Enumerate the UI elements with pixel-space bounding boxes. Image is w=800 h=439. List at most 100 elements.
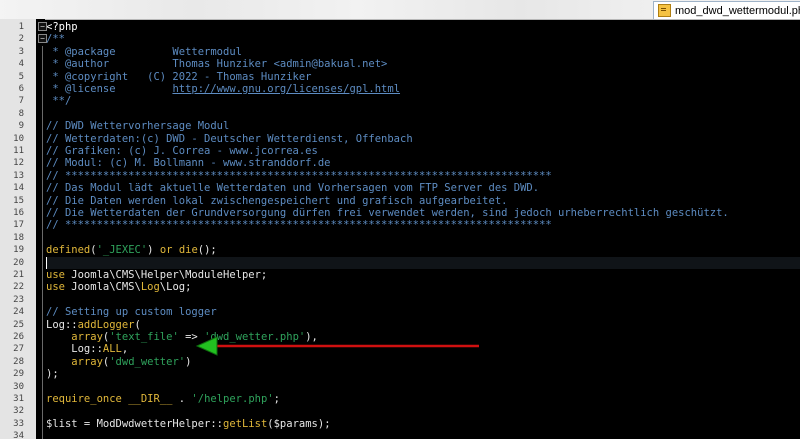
line-number: 17 [13, 220, 24, 231]
code-token: Log [140, 281, 160, 294]
code-token: ) [147, 244, 160, 257]
code-token: Log:: [46, 343, 103, 356]
code-token: defined [46, 244, 91, 257]
code-token: ); [46, 368, 59, 381]
code-line: // Setting up custom logger [46, 306, 217, 318]
code-token: * @package Wettermodul [46, 45, 242, 58]
code-line: // Modul: (c) M. Bollmann - www.stranddo… [46, 157, 330, 169]
code-line: // Die Daten werden lokal zwischengespei… [46, 195, 507, 207]
code-token: 'text_file' [109, 331, 179, 343]
tab-label: mod_dwd_wettermodul.php [675, 4, 800, 17]
code-token: ; [273, 393, 280, 405]
code-token: array [71, 355, 103, 368]
fold-guide-line [42, 45, 43, 439]
line-number: 9 [18, 121, 24, 132]
code-token: (); [197, 244, 217, 257]
line-number: 8 [18, 108, 24, 119]
code-line: **/ [46, 95, 71, 107]
line-number-gutter: 1 2 3 4 5 6 7 8 9 10 11 12 13 14 15 16 17 18 19 20 21 22 23 24 2… [0, 19, 37, 439]
code-token: // *************************************… [46, 169, 552, 182]
code-line: $list = ModDwdwetterHelper::getList($par… [46, 418, 331, 430]
line-number: 33 [13, 418, 24, 429]
code-token: '/helper.php' [191, 393, 274, 405]
code-token: // Setting up custom logger [46, 306, 217, 319]
code-token: // Die Daten werden lokal zwischengespei… [46, 194, 508, 207]
code-line: // Das Modul lädt aktuelle Wetterdaten u… [46, 182, 539, 194]
line-number: 4 [18, 59, 24, 70]
code-editor-window: mod_dwd_wettermodul.php 1 2 3 4 5 6 7 8 9 10 11 12 1… [0, 0, 800, 439]
code-token: $list [46, 417, 78, 430]
line-number: 22 [13, 282, 24, 293]
code-line: // *************************************… [46, 170, 552, 182]
code-token: * @author Thomas Hunziker <admin@bakual.… [46, 58, 388, 71]
code-line: /** [46, 33, 65, 45]
code-line: defined('_JEXEC') or die(); [46, 244, 217, 256]
code-token: ) [185, 355, 192, 368]
code-line: Log::ALL, [46, 343, 128, 355]
fold-margin[interactable] [36, 19, 45, 439]
line-number: 28 [13, 356, 24, 367]
blurred-tabs-area [0, 0, 650, 19]
code-token: // Das Modul lädt aktuelle Wetterdaten u… [46, 182, 540, 195]
code-token: use [46, 269, 65, 281]
line-number: 32 [13, 406, 24, 417]
code-area[interactable]: <?php/** * @package Wettermodul * @autho… [46, 19, 800, 439]
text-caret [46, 256, 47, 269]
line-number: 25 [13, 319, 24, 330]
tab-bar: mod_dwd_wettermodul.php [0, 0, 800, 20]
code-token: '_JEXEC' [96, 244, 148, 257]
code-line: // DWD Wettervorhersage Modul [46, 120, 229, 132]
fold-toggle-icon[interactable]: − [38, 34, 47, 44]
code-line: array('dwd_wetter') [46, 356, 191, 368]
line-number: 24 [13, 307, 24, 318]
line-number: 7 [18, 96, 24, 107]
code-token: * @license [46, 83, 173, 95]
code-token: // Die Wetterdaten der Grundversorgung d… [46, 207, 729, 219]
code-token: require_once [46, 393, 122, 405]
code-token: 'dwd_wetter' [109, 355, 186, 368]
line-number: 5 [18, 71, 24, 82]
code-line: <?php [46, 21, 78, 33]
code-token: // Modul: (c) M. Bollmann - www.stranddo… [46, 157, 331, 170]
line-number: 21 [13, 270, 24, 280]
code-token: /** [46, 33, 65, 46]
code-token: addLogger [77, 318, 135, 331]
line-number: 12 [13, 158, 24, 169]
line-number: 6 [18, 84, 24, 94]
code-line: // *************************************… [46, 219, 552, 231]
code-token: ALL [102, 343, 122, 356]
code-token: $params [273, 417, 318, 430]
line-number: 26 [13, 332, 24, 342]
line-number: 16 [13, 208, 24, 218]
code-line: require_once __DIR__ . '/helper.php'; [46, 393, 280, 405]
fold-toggle-icon[interactable]: − [38, 22, 47, 31]
code-line: use Joomla\CMS\Helper\ModuleHelper; [46, 269, 267, 281]
line-number: 30 [13, 381, 24, 392]
code-token: or [159, 244, 173, 257]
code-line: ); [46, 368, 59, 380]
code-line: * @author Thomas Hunziker <admin@bakual.… [46, 58, 387, 70]
code-token: use [46, 281, 65, 294]
code-token: die [178, 244, 198, 257]
code-line: // Grafiken: (c) J. Correa - www.jcorrea… [46, 145, 318, 157]
arrow-head [195, 336, 218, 356]
code-line: * @copyright (C) 2022 - Thomas Hunziker [46, 71, 311, 83]
code-token: **/ [46, 95, 72, 108]
code-line: // Wetterdaten:(c) DWD - Deutscher Wette… [46, 133, 413, 145]
code-token: ); [317, 417, 331, 430]
line-number: 1 [18, 22, 24, 32]
code-token: . [172, 393, 192, 405]
line-number: 29 [13, 369, 24, 380]
code-token: http://www.gnu.org/licenses/gpl.html [172, 83, 401, 95]
code-token: , [121, 343, 129, 356]
code-token: ( [134, 318, 141, 331]
code-token: // DWD Wettervorhersage Modul [46, 120, 230, 133]
line-number: 23 [13, 294, 24, 305]
line-number: 18 [13, 232, 24, 243]
tab-file[interactable]: mod_dwd_wettermodul.php [653, 1, 800, 19]
annotation-arrow [195, 336, 479, 356]
code-token: array [71, 331, 103, 343]
code-token: // Grafiken: (c) J. Correa - www.jcorrea… [46, 145, 318, 157]
